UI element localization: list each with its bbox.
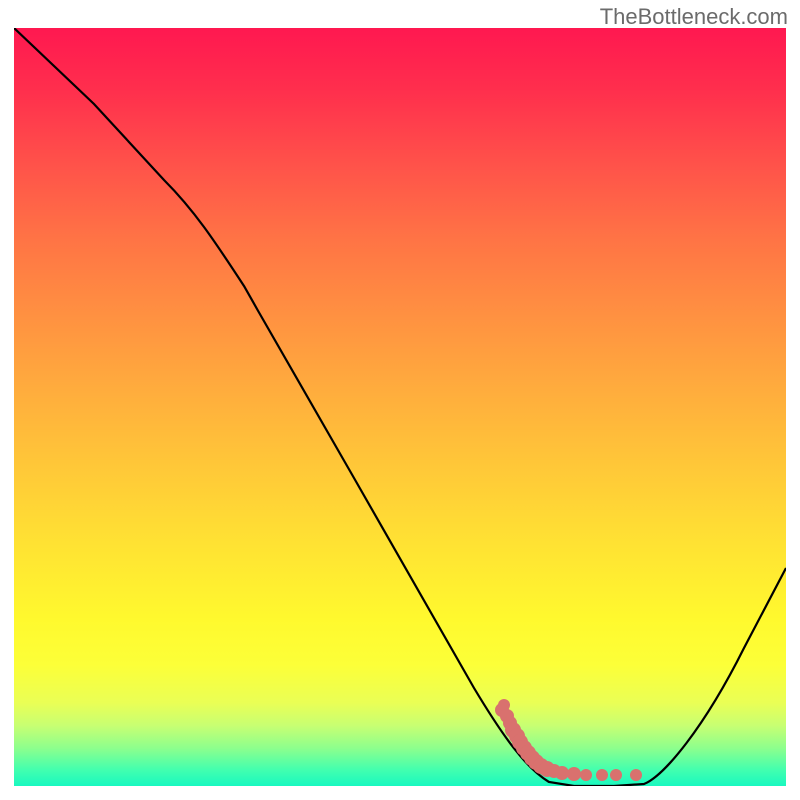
plot-area: [14, 28, 786, 786]
highlight-dots: [495, 699, 642, 781]
watermark-text: TheBottleneck.com: [600, 4, 788, 30]
dot-cluster-layer: [14, 28, 786, 786]
